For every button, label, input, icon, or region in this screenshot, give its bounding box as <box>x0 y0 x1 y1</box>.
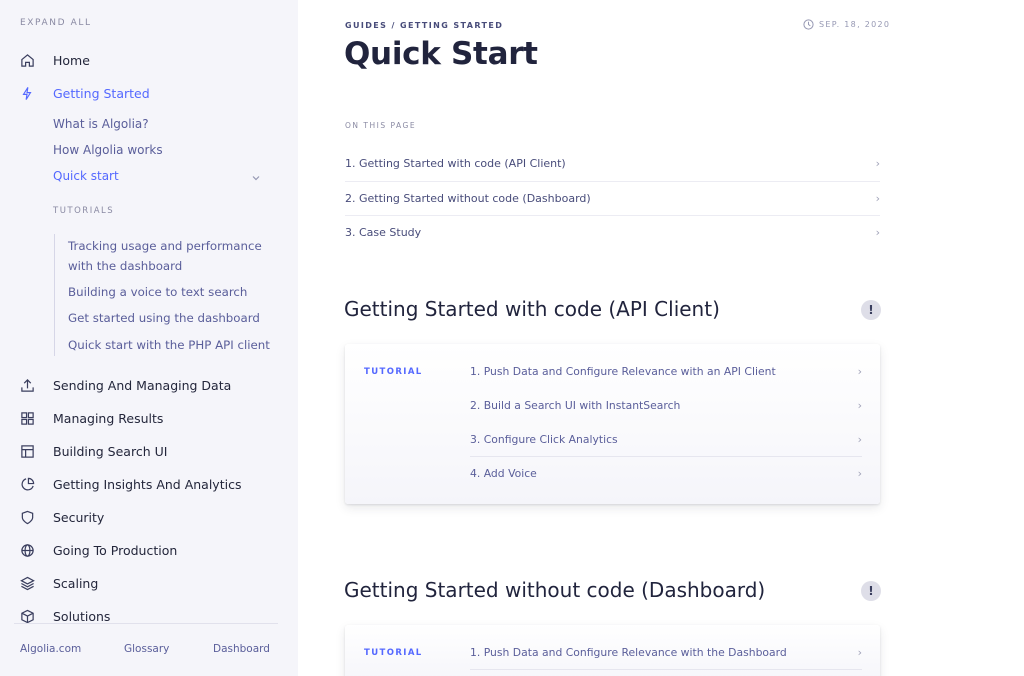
sidebar-item-label: Managing Results <box>53 410 164 426</box>
sidebar-item-going-to-production[interactable]: Going To Production <box>0 537 298 563</box>
sidebar-item-label: Home <box>53 52 90 68</box>
sidebar-item-label: Getting Started <box>53 85 150 101</box>
chevron-right-icon: › <box>857 398 862 412</box>
layout-icon <box>19 443 35 459</box>
toc-item[interactable]: 2. Getting Started without code (Dashboa… <box>345 181 880 215</box>
toc-item-label: 3. Case Study <box>345 225 422 239</box>
sidebar-item-label: Scaling <box>53 575 99 591</box>
chevron-down-icon[interactable] <box>250 169 262 181</box>
tutorial-tag: TUTORIAL <box>364 367 423 377</box>
chevron-right-icon: › <box>857 466 862 480</box>
toc-item[interactable]: 1. Getting Started with code (API Client… <box>345 146 880 180</box>
footer-link-algolia[interactable]: Algolia.com <box>20 643 81 655</box>
lightning-icon <box>19 85 35 101</box>
upload-icon <box>19 377 35 393</box>
section-title-api-client: Getting Started with code (API Client) <box>344 297 720 321</box>
sidebar-item-label: Solutions <box>53 608 111 624</box>
sidebar: EXPAND ALL Home Getting Started What is … <box>0 0 298 676</box>
sidebar-item-label: Getting Insights And Analytics <box>53 476 242 492</box>
expand-all-button[interactable]: EXPAND ALL <box>20 18 92 28</box>
tutorial-step-label: 1. Push Data and Configure Relevance wit… <box>470 645 787 659</box>
tutorial-step[interactable]: 2. Build a Search UI with InstantSearch … <box>470 388 862 422</box>
tutorial-step-label: 3. Configure Click Analytics <box>470 432 618 446</box>
alert-icon[interactable]: ! <box>861 300 881 320</box>
sidebar-item-solutions[interactable]: Solutions <box>0 603 298 629</box>
chevron-right-icon: › <box>857 364 862 378</box>
tutorial-card-dashboard: TUTORIAL 1. Push Data and Configure Rele… <box>345 625 880 676</box>
tutorial-tag: TUTORIAL <box>364 648 423 658</box>
card-divider <box>470 669 862 670</box>
sidebar-item-scaling[interactable]: Scaling <box>0 570 298 596</box>
sidebar-item-building-search-ui[interactable]: Building Search UI <box>0 438 298 464</box>
box-icon <box>19 608 35 624</box>
tutorial-step-label: 1. Push Data and Configure Relevance wit… <box>470 364 776 378</box>
tutorial-step[interactable]: 1. Push Data and Configure Relevance wit… <box>470 354 862 388</box>
breadcrumb[interactable]: GUIDES / GETTING STARTED <box>345 21 503 30</box>
tutorial-card-api-client: TUTORIAL 1. Push Data and Configure Rele… <box>345 344 880 504</box>
tutorial-step[interactable]: 1. Push Data and Configure Relevance wit… <box>470 635 862 669</box>
tutorials-heading: TUTORIALS <box>53 206 115 216</box>
sidebar-item-label: Going To Production <box>53 542 178 558</box>
sidebar-item-security[interactable]: Security <box>0 504 298 530</box>
section-title-dashboard: Getting Started without code (Dashboard) <box>344 578 766 602</box>
layers-icon <box>19 575 35 591</box>
clock-icon <box>803 19 814 30</box>
footer-link-dashboard[interactable]: Dashboard <box>213 643 270 655</box>
sidebar-subitem-how-algolia-works[interactable]: How Algolia works <box>53 143 163 157</box>
sidebar-item-managing-results[interactable]: Managing Results <box>0 405 298 431</box>
toc-item[interactable]: 3. Case Study › <box>345 215 880 249</box>
sidebar-item-sending-data[interactable]: Sending And Managing Data <box>0 372 298 398</box>
footer-link-glossary[interactable]: Glossary <box>124 643 169 655</box>
sidebar-item-label: Security <box>53 509 105 525</box>
sidebar-subitem-quick-start[interactable]: Quick start <box>53 169 119 183</box>
tutorial-step[interactable]: 3. Configure Click Analytics › <box>470 422 862 456</box>
chevron-right-icon: › <box>875 156 880 170</box>
shield-icon <box>19 509 35 525</box>
tutorial-link-tracking-usage[interactable]: Tracking usage and performance <box>68 236 262 256</box>
tutorial-step-label: 4. Add Voice <box>470 466 537 480</box>
tutorial-link-php-client[interactable]: Quick start with the PHP API client <box>68 335 270 355</box>
tutorial-step-label: 2. Build a Search UI with InstantSearch <box>470 398 681 412</box>
tutorial-step[interactable]: 4. Add Voice › <box>470 456 862 490</box>
pie-chart-icon <box>19 476 35 492</box>
chevron-right-icon: › <box>875 225 880 239</box>
tutorial-link-tracking-usage-continued[interactable]: with the dashboard <box>68 256 182 276</box>
sidebar-item-insights-analytics[interactable]: Getting Insights And Analytics <box>0 471 298 497</box>
sidebar-item-home[interactable]: Home <box>0 47 298 73</box>
globe-icon <box>19 542 35 558</box>
chevron-right-icon: › <box>875 191 880 205</box>
on-this-page-heading: ON THIS PAGE <box>345 121 417 130</box>
date-text: SEP. 18, 2020 <box>819 20 891 29</box>
grid-icon <box>19 410 35 426</box>
tutorial-link-voice-search[interactable]: Building a voice to text search <box>68 282 247 302</box>
tutorials-divider <box>54 234 55 356</box>
chevron-right-icon: › <box>857 432 862 446</box>
sidebar-item-label: Building Search UI <box>53 443 168 459</box>
toc-item-label: 1. Getting Started with code (API Client… <box>345 156 566 170</box>
home-icon <box>19 52 35 68</box>
last-updated-date: SEP. 18, 2020 <box>803 19 890 30</box>
tutorial-link-dashboard[interactable]: Get started using the dashboard <box>68 308 260 328</box>
page-title: Quick Start <box>344 36 538 72</box>
sidebar-subitem-what-is-algolia[interactable]: What is Algolia? <box>53 117 149 131</box>
toc-item-label: 2. Getting Started without code (Dashboa… <box>345 191 591 205</box>
alert-icon[interactable]: ! <box>861 581 881 601</box>
chevron-right-icon: › <box>857 645 862 659</box>
sidebar-item-getting-started[interactable]: Getting Started <box>0 80 298 106</box>
sidebar-item-label: Sending And Managing Data <box>53 377 232 393</box>
sidebar-footer-divider <box>14 623 278 624</box>
